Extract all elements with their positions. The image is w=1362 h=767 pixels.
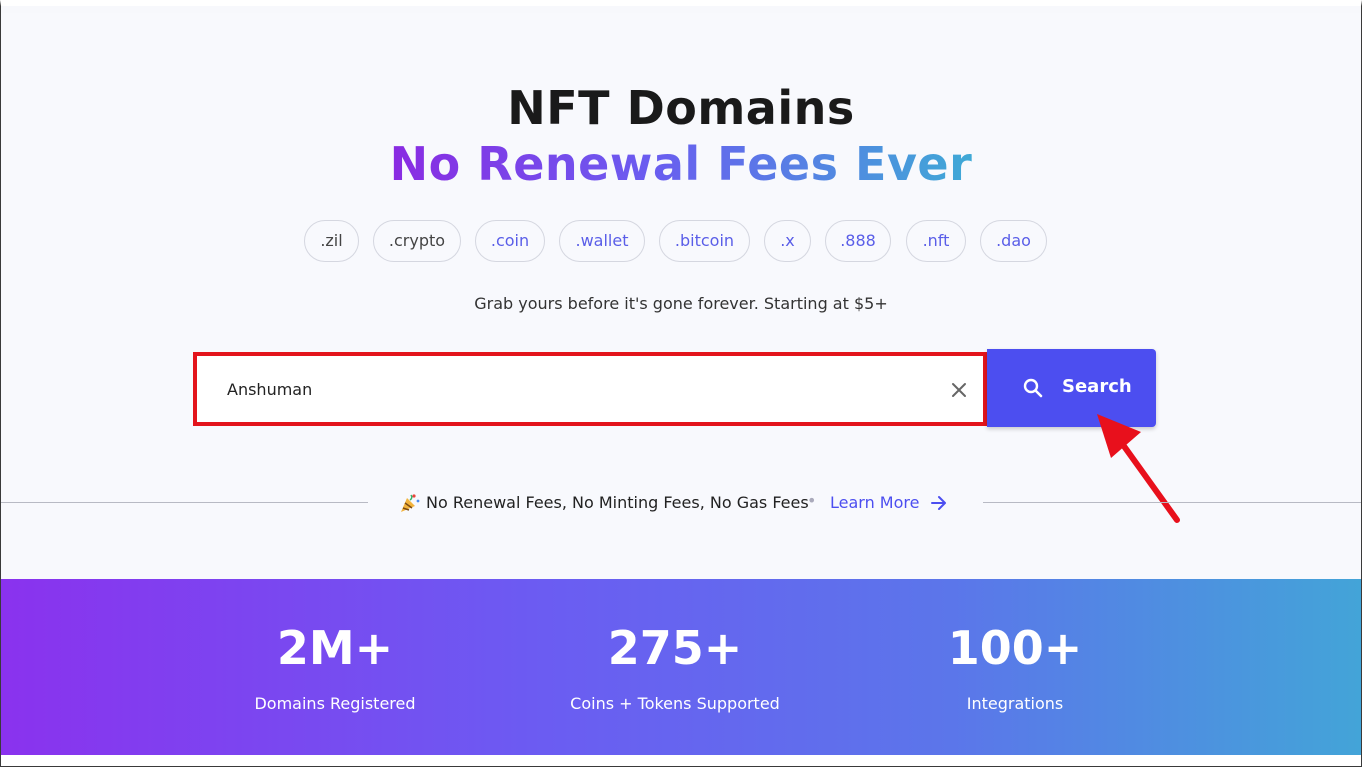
- page-subtitle: No Renewal Fees Ever: [1, 137, 1361, 191]
- stats-banner: 2M+ Domains Registered 275+ Coins + Toke…: [1, 579, 1361, 755]
- page-title: NFT Domains: [507, 81, 855, 135]
- clear-icon[interactable]: [951, 382, 967, 398]
- stat-value: 2M+: [276, 621, 394, 675]
- subtitle-text: No Renewal Fees Ever: [389, 137, 973, 191]
- party-popper-icon: [401, 494, 420, 512]
- divider-right: [983, 502, 1361, 503]
- stat-label: Coins + Tokens Supported: [570, 694, 780, 713]
- promo-separator: •: [807, 491, 817, 510]
- tld-pill-888[interactable]: .888: [825, 220, 891, 262]
- tld-pill-coin[interactable]: .coin: [475, 220, 545, 262]
- tld-pill-x[interactable]: .x: [764, 220, 811, 262]
- search-button-label: Search: [1062, 376, 1132, 397]
- page-footer-strip: [1, 755, 1361, 766]
- arrow-right-icon[interactable]: [930, 494, 948, 512]
- promo-row: No Renewal Fees, No Minting Fees, No Gas…: [1, 488, 1361, 518]
- tld-pill-crypto[interactable]: .crypto: [373, 220, 461, 262]
- stat-label: Domains Registered: [254, 694, 416, 713]
- tld-pill-nft[interactable]: .nft: [906, 220, 966, 262]
- domain-search-input[interactable]: [227, 374, 907, 404]
- tld-pill-dao[interactable]: .dao: [980, 220, 1047, 262]
- stat-value: 100+: [947, 621, 1083, 675]
- page: NFT Domains No Renewal Fees Ever .zil .c…: [0, 0, 1362, 767]
- tld-pill-bitcoin[interactable]: .bitcoin: [659, 220, 750, 262]
- search-field-highlight: [193, 352, 987, 426]
- tagline: Grab yours before it's gone forever. Sta…: [474, 294, 888, 313]
- tld-list: .zil .crypto .coin .wallet .bitcoin .x .…: [1, 220, 1361, 262]
- search-icon: [1023, 378, 1043, 398]
- divider-left: [1, 502, 368, 503]
- stat-value: 275+: [607, 621, 743, 675]
- stat-label: Integrations: [966, 694, 1064, 713]
- learn-more-link[interactable]: Learn More: [830, 493, 919, 512]
- tld-pill-wallet[interactable]: .wallet: [559, 220, 645, 262]
- tld-pill-zil[interactable]: .zil: [304, 220, 359, 262]
- promo-text: No Renewal Fees, No Minting Fees, No Gas…: [426, 493, 809, 512]
